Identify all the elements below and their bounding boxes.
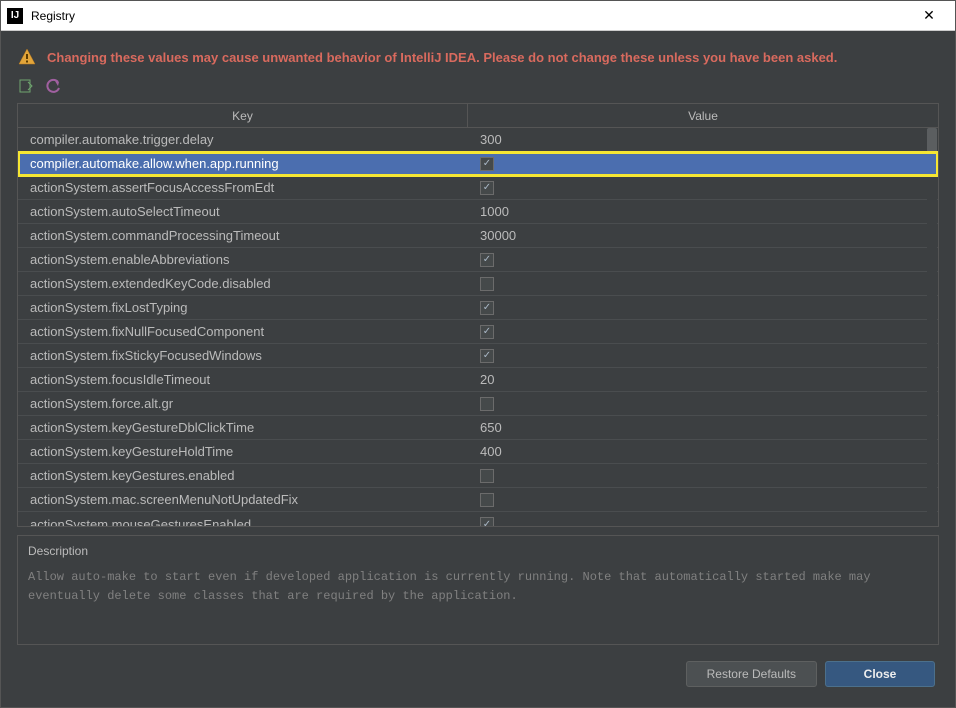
registry-dialog: IJ Registry ✕ Changing these values may … [0, 0, 956, 708]
cell-key: actionSystem.autoSelectTimeout [18, 204, 468, 219]
dialog-content: Changing these values may cause unwanted… [1, 31, 955, 707]
cell-value[interactable]: ✓ [468, 253, 938, 267]
cell-value[interactable]: ✓ [468, 349, 938, 363]
column-header-value[interactable]: Value [468, 104, 938, 127]
registry-table: Key Value compiler.automake.trigger.dela… [17, 103, 939, 527]
checkbox[interactable]: ✓ [480, 157, 494, 171]
cell-key: compiler.automake.trigger.delay [18, 132, 468, 147]
cell-key: compiler.automake.allow.when.app.running [18, 156, 468, 171]
warning-banner: Changing these values may cause unwanted… [9, 43, 947, 77]
cell-key: actionSystem.fixStickyFocusedWindows [18, 348, 468, 363]
titlebar: IJ Registry ✕ [1, 1, 955, 31]
cell-value[interactable]: ✓ [468, 157, 938, 171]
table-row[interactable]: compiler.automake.trigger.delay300 [18, 128, 938, 152]
table-row[interactable]: actionSystem.force.alt.gr [18, 392, 938, 416]
scrollbar[interactable] [927, 128, 937, 526]
cell-key: actionSystem.focusIdleTimeout [18, 372, 468, 387]
cell-key: actionSystem.fixLostTyping [18, 300, 468, 315]
cell-value[interactable]: 20 [468, 372, 938, 387]
checkbox[interactable]: ✓ [480, 253, 494, 267]
table-row[interactable]: actionSystem.assertFocusAccessFromEdt ✓ [18, 176, 938, 200]
table-row[interactable]: actionSystem.enableAbbreviations ✓ [18, 248, 938, 272]
cell-value[interactable]: ✓ [468, 181, 938, 195]
cell-key: actionSystem.extendedKeyCode.disabled [18, 276, 468, 291]
cell-key: actionSystem.assertFocusAccessFromEdt [18, 180, 468, 195]
cell-value[interactable]: 650 [468, 420, 938, 435]
restore-defaults-button[interactable]: Restore Defaults [686, 661, 817, 687]
cell-value[interactable]: 30000 [468, 228, 938, 243]
description-panel: Description Allow auto-make to start eve… [17, 535, 939, 645]
table-row[interactable]: actionSystem.fixLostTyping ✓ [18, 296, 938, 320]
checkbox[interactable] [480, 469, 494, 483]
table-row[interactable]: actionSystem.extendedKeyCode.disabled [18, 272, 938, 296]
cell-key: actionSystem.keyGestureHoldTime [18, 444, 468, 459]
checkbox[interactable] [480, 277, 494, 291]
cell-key: actionSystem.enableAbbreviations [18, 252, 468, 267]
checkbox[interactable]: ✓ [480, 517, 494, 526]
cell-key: actionSystem.keyGestureDblClickTime [18, 420, 468, 435]
cell-key: actionSystem.fixNullFocusedComponent [18, 324, 468, 339]
checkbox[interactable]: ✓ [480, 181, 494, 195]
table-row[interactable]: actionSystem.keyGestureHoldTime400 [18, 440, 938, 464]
description-text: Allow auto-make to start even if develop… [28, 568, 928, 606]
cell-key: actionSystem.mac.screenMenuNotUpdatedFix [18, 492, 468, 507]
table-row[interactable]: actionSystem.keyGestures.enabled [18, 464, 938, 488]
checkbox[interactable]: ✓ [480, 349, 494, 363]
description-label: Description [28, 544, 928, 558]
checkbox[interactable] [480, 493, 494, 507]
checkbox[interactable] [480, 397, 494, 411]
close-button[interactable]: Close [825, 661, 935, 687]
intellij-icon: IJ [7, 8, 23, 24]
table-row[interactable]: actionSystem.mouseGesturesEnabled ✓ [18, 512, 938, 526]
cell-value[interactable] [468, 277, 938, 291]
table-row[interactable]: actionSystem.commandProcessingTimeout300… [18, 224, 938, 248]
cell-value[interactable] [468, 397, 938, 411]
checkbox[interactable]: ✓ [480, 325, 494, 339]
table-row[interactable]: compiler.automake.allow.when.app.running… [18, 152, 938, 176]
table-row[interactable]: actionSystem.focusIdleTimeout20 [18, 368, 938, 392]
checkbox[interactable]: ✓ [480, 301, 494, 315]
warning-icon [17, 47, 37, 67]
cell-value[interactable]: ✓ [468, 325, 938, 339]
cell-value[interactable] [468, 469, 938, 483]
table-row[interactable]: actionSystem.autoSelectTimeout1000 [18, 200, 938, 224]
warning-text: Changing these values may cause unwanted… [47, 50, 837, 65]
cell-value[interactable]: 300 [468, 132, 938, 147]
revert-button[interactable] [45, 77, 63, 95]
table-row[interactable]: actionSystem.fixStickyFocusedWindows ✓ [18, 344, 938, 368]
table-body: compiler.automake.trigger.delay300compil… [18, 128, 938, 526]
cell-key: actionSystem.keyGestures.enabled [18, 468, 468, 483]
table-row[interactable]: actionSystem.fixNullFocusedComponent ✓ [18, 320, 938, 344]
table-header: Key Value [18, 104, 938, 128]
table-row[interactable]: actionSystem.keyGestureDblClickTime650 [18, 416, 938, 440]
window-close-button[interactable]: ✕ [909, 7, 949, 24]
cell-key: actionSystem.commandProcessingTimeout [18, 228, 468, 243]
column-header-key[interactable]: Key [18, 104, 468, 127]
cell-value[interactable]: ✓ [468, 517, 938, 526]
toolbar [9, 77, 947, 103]
cell-value[interactable]: ✓ [468, 301, 938, 315]
cell-value[interactable]: 1000 [468, 204, 938, 219]
window-title: Registry [31, 9, 909, 23]
cell-value[interactable]: 400 [468, 444, 938, 459]
edit-button[interactable] [17, 77, 35, 95]
table-row[interactable]: actionSystem.mac.screenMenuNotUpdatedFix [18, 488, 938, 512]
button-row: Restore Defaults Close [9, 653, 947, 699]
cell-value[interactable] [468, 493, 938, 507]
cell-key: actionSystem.mouseGesturesEnabled [18, 517, 468, 527]
cell-key: actionSystem.force.alt.gr [18, 396, 468, 411]
